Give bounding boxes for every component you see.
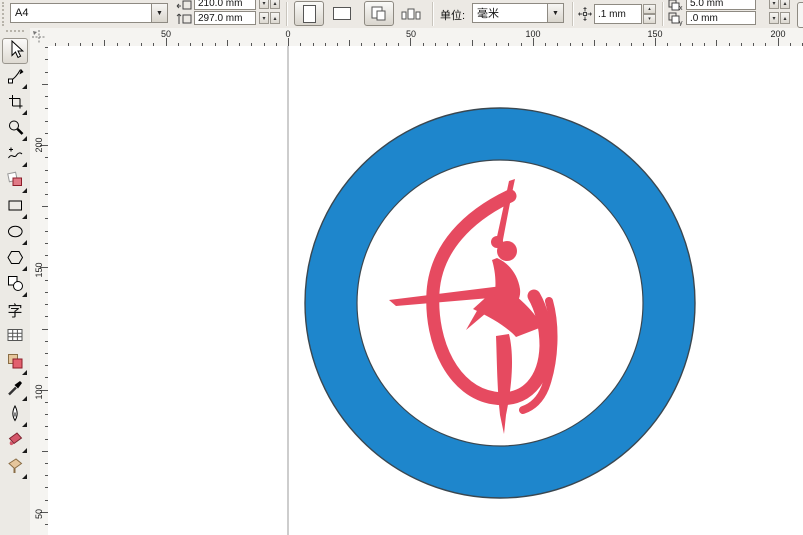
duplicate-distance-y-value: .0 mm bbox=[690, 12, 718, 24]
portrait-orientation-button[interactable] bbox=[294, 1, 324, 26]
duplicate-distance-x-value: 5.0 mm bbox=[690, 0, 724, 9]
landscape-icon bbox=[333, 7, 351, 20]
landscape-orientation-button[interactable] bbox=[327, 1, 357, 26]
polygon-tool[interactable] bbox=[2, 246, 28, 272]
chevron-down-icon[interactable]: ▼ bbox=[547, 4, 563, 22]
svg-text:y: y bbox=[679, 20, 683, 26]
flyout-indicator-icon bbox=[22, 422, 27, 427]
vertical-ruler[interactable]: 200 150 100 50 bbox=[30, 46, 49, 535]
apply-size-current-page-button[interactable] bbox=[397, 1, 425, 26]
shape-tool[interactable] bbox=[2, 64, 28, 90]
table-icon bbox=[5, 325, 25, 350]
h-ruler-label: 100 bbox=[525, 29, 541, 39]
flyout-indicator-icon bbox=[22, 448, 27, 453]
current-page-icon bbox=[401, 8, 421, 19]
flyout-indicator-icon bbox=[22, 292, 27, 297]
flyout-indicator-icon bbox=[22, 214, 27, 219]
toolbar-button-fragment[interactable] bbox=[797, 2, 803, 28]
page-height-value: 297.0 mm bbox=[198, 12, 243, 24]
property-bar: A4 ▼ 210.0 mm ▾ ▴ 297.0 mm ▾ ▴ 单位: 毫米 ▼ … bbox=[0, 0, 803, 29]
duplicate-distance-x-field[interactable]: 5.0 mm bbox=[686, 0, 756, 10]
apply-size-all-pages-button[interactable] bbox=[364, 1, 394, 26]
zoom-tool[interactable] bbox=[2, 116, 28, 142]
page-height-field[interactable]: 297.0 mm bbox=[194, 11, 256, 25]
h-ruler-label: 200 bbox=[770, 29, 786, 39]
basic-shapes-tool[interactable] bbox=[2, 272, 28, 298]
ellipse-tool[interactable] bbox=[2, 220, 28, 246]
units-combobox[interactable]: 毫米 ▼ bbox=[472, 3, 564, 23]
flyout-indicator-icon bbox=[22, 84, 27, 89]
page-preset-combobox[interactable]: A4 ▼ bbox=[10, 3, 168, 23]
interactive-fill-tool[interactable] bbox=[2, 454, 28, 480]
svg-text:x: x bbox=[679, 5, 683, 11]
units-value: 毫米 bbox=[477, 8, 499, 20]
pick-tool[interactable] bbox=[2, 38, 28, 64]
duplicate-distance-y-field[interactable]: .0 mm bbox=[686, 11, 756, 25]
dancer-hair-bun bbox=[491, 236, 503, 248]
page-width-field[interactable]: 210.0 mm bbox=[194, 0, 256, 10]
horizontal-ruler[interactable]: 50 0 50 100 150 200 bbox=[48, 28, 803, 47]
page-height-icon bbox=[176, 12, 192, 28]
v-ruler-label: 100 bbox=[34, 384, 44, 400]
page-preset-value: A4 bbox=[15, 7, 29, 19]
toolbox-grip[interactable] bbox=[6, 30, 24, 38]
v-ruler-label: 200 bbox=[34, 137, 44, 153]
h-ruler-label: 50 bbox=[405, 29, 417, 39]
fill-tool[interactable] bbox=[2, 428, 28, 454]
duplicate-distance-x-spinner[interactable]: ▾ ▴ bbox=[768, 0, 790, 9]
v-ruler-label: 50 bbox=[34, 508, 44, 520]
table-tool[interactable] bbox=[2, 324, 28, 350]
v-ruler-label: 150 bbox=[34, 262, 44, 278]
h-ruler-label: 0 bbox=[285, 29, 291, 39]
h-ruler-label: 50 bbox=[160, 29, 172, 39]
h-ruler-label: 150 bbox=[647, 29, 663, 39]
flyout-indicator-icon bbox=[22, 162, 27, 167]
flyout-indicator-icon bbox=[22, 188, 27, 193]
nudge-offset-field[interactable]: .1 mm bbox=[594, 4, 642, 24]
nudge-offset-spinner[interactable]: ▴ ▾ bbox=[643, 4, 656, 24]
chevron-down-icon[interactable]: ▼ bbox=[151, 4, 167, 22]
toolbox: 字 bbox=[0, 28, 31, 535]
flyout-indicator-icon bbox=[22, 240, 27, 245]
app-window: A4 ▼ 210.0 mm ▾ ▴ 297.0 mm ▾ ▴ 单位: 毫米 ▼ … bbox=[0, 0, 803, 535]
ruler-origin-crosshair-icon bbox=[32, 30, 46, 44]
freehand-tool[interactable] bbox=[2, 142, 28, 168]
text-tool[interactable]: 字 bbox=[2, 298, 28, 324]
duplicate-distance-y-spinner[interactable]: ▾ ▴ bbox=[768, 12, 790, 24]
blend-tool[interactable] bbox=[2, 350, 28, 376]
flyout-indicator-icon bbox=[22, 110, 27, 115]
crop-tool[interactable] bbox=[2, 90, 28, 116]
flyout-indicator-icon bbox=[22, 136, 27, 141]
ruler-origin-corner[interactable] bbox=[30, 28, 49, 47]
page-width-value: 210.0 mm bbox=[198, 0, 243, 9]
flyout-indicator-icon bbox=[22, 370, 27, 375]
nudge-offset-icon bbox=[578, 7, 592, 26]
nudge-offset-value: .1 mm bbox=[598, 8, 626, 20]
duplicate-distance-y-icon: y bbox=[668, 12, 684, 28]
flyout-indicator-icon bbox=[22, 266, 27, 271]
page-width-spinner[interactable]: ▾ ▴ bbox=[258, 0, 280, 9]
canvas[interactable] bbox=[48, 46, 803, 535]
page-height-spinner[interactable]: ▾ ▴ bbox=[258, 12, 280, 24]
pick-icon bbox=[5, 39, 25, 64]
rectangle-tool[interactable] bbox=[2, 194, 28, 220]
flyout-indicator-icon bbox=[22, 396, 27, 401]
all-pages-icon bbox=[371, 6, 386, 20]
eyedropper-tool[interactable] bbox=[2, 376, 28, 402]
portrait-icon bbox=[302, 4, 316, 23]
flyout-indicator-icon bbox=[22, 474, 27, 479]
units-label: 单位: bbox=[440, 10, 466, 22]
smart-fill-tool[interactable] bbox=[2, 168, 28, 194]
outline-tool[interactable] bbox=[2, 402, 28, 428]
text-tool-icon: 字 bbox=[7, 302, 23, 320]
toolbar-grip[interactable] bbox=[2, 2, 7, 26]
